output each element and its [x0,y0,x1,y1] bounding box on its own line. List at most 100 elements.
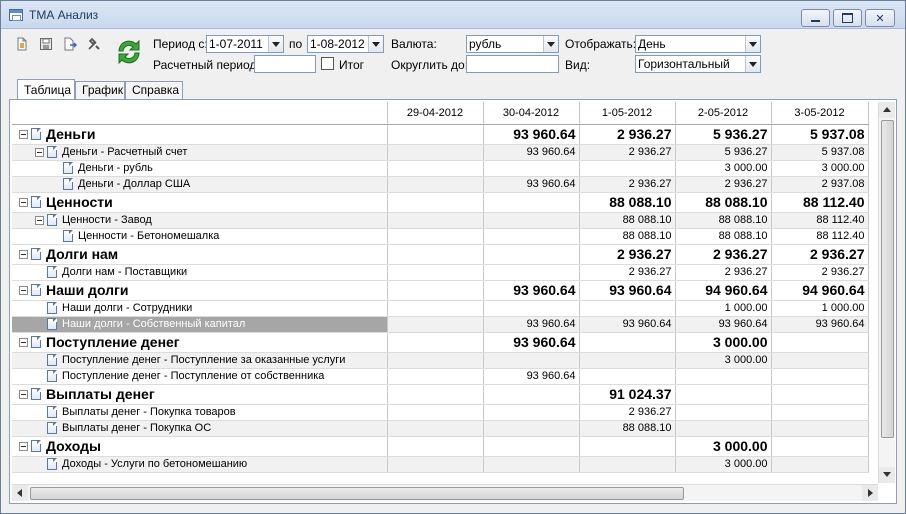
value-cell[interactable]: 3 000.00 [675,436,772,457]
value-cell[interactable]: 93 960.64 [483,332,580,353]
value-cell[interactable]: 2 936.27 [771,264,869,281]
value-cell[interactable] [387,264,484,281]
close-button[interactable] [865,9,895,27]
table-row[interactable]: Ценности - Завод 88 088.10 88 088.10 88 112… [12,212,869,229]
column-header-date[interactable]: 29-04-2012 [387,102,484,125]
value-cell[interactable] [771,420,869,437]
table-row[interactable]: Долги нам - Поставщики 2 936.27 2 936.27 2 … [12,264,869,281]
save-icon[interactable] [39,37,53,51]
table-row[interactable]: Выплаты денег - Покупка товаров 2 936.27 [12,404,869,421]
group-row[interactable]: Ценности 88 088.10 88 088.10 88 112.40 [12,192,869,213]
period-from-date[interactable]: 1-07-2011 [206,35,284,53]
tools-icon[interactable] [87,37,101,51]
total-checkbox[interactable] [321,57,334,70]
row-name-cell[interactable]: Доходы [12,436,388,457]
row-name-cell[interactable]: Ценности - Бетономешалка [12,228,388,245]
value-cell[interactable] [771,404,869,421]
value-cell[interactable] [387,244,484,265]
row-name-cell[interactable]: Наши долги [12,280,388,301]
value-cell[interactable] [387,124,484,145]
row-name-cell[interactable]: Выплаты денег [12,384,388,405]
scroll-left-icon[interactable] [12,485,28,501]
value-cell[interactable] [771,436,869,457]
chevron-down-icon[interactable] [268,36,283,52]
table-row[interactable]: Выплаты денег - Покупка ОС 88 088.10 [12,420,869,437]
currency-select[interactable]: рубль [466,35,559,53]
value-cell[interactable]: 3 000.00 [675,332,772,353]
row-name-cell[interactable]: Деньги [12,124,388,145]
value-cell[interactable] [579,300,676,317]
scroll-down-icon[interactable] [879,467,895,483]
collapse-icon[interactable] [19,337,28,347]
value-cell[interactable]: 5 937.08 [771,144,869,161]
vertical-scroll-thumb[interactable] [881,120,894,438]
value-cell[interactable] [387,212,484,229]
table-row[interactable]: Поступление денег - Поступление от собст… [12,368,869,385]
value-cell[interactable] [387,420,484,437]
maximize-button[interactable] [833,9,862,27]
value-cell[interactable]: 2 936.27 [579,264,676,281]
table-row[interactable]: Деньги - рубль 3 000.00 3 000.00 [12,160,869,177]
period-to-date[interactable]: 1-08-2012 [307,35,384,53]
value-cell[interactable] [579,160,676,177]
value-cell[interactable]: 88 112.40 [771,228,869,245]
title-bar[interactable]: ТМА Анализ [1,1,905,29]
collapse-icon[interactable] [19,249,28,259]
value-cell[interactable]: 93 960.64 [483,280,580,301]
refresh-icon[interactable] [113,37,145,67]
horizontal-scrollbar[interactable] [12,484,878,501]
value-cell[interactable]: 2 936.27 [579,144,676,161]
group-row[interactable]: Выплаты денег 91 024.37 [12,384,869,405]
value-cell[interactable]: 88 112.40 [771,212,869,229]
column-header-date[interactable]: 2-05-2012 [675,102,772,125]
value-cell[interactable] [387,332,484,353]
value-cell[interactable] [483,436,580,457]
value-cell[interactable] [483,420,580,437]
chevron-down-icon[interactable] [745,36,760,52]
row-name-cell[interactable]: Выплаты денег - Покупка ОС [12,420,388,437]
value-cell[interactable] [483,244,580,265]
value-cell[interactable] [675,384,772,405]
value-cell[interactable]: 5 936.27 [675,144,772,161]
value-cell[interactable] [675,420,772,437]
value-cell[interactable] [387,404,484,421]
tab-table[interactable]: Таблица [17,79,75,100]
chevron-down-icon[interactable] [745,56,760,72]
row-name-cell[interactable]: Ценности - Завод [12,212,388,229]
value-cell[interactable]: 94 960.64 [771,280,869,301]
value-cell[interactable]: 88 088.10 [675,212,772,229]
value-cell[interactable] [387,228,484,245]
value-cell[interactable]: 3 000.00 [771,160,869,177]
value-cell[interactable]: 93 960.64 [483,176,580,193]
value-cell[interactable] [483,212,580,229]
value-cell[interactable] [483,264,580,281]
value-cell[interactable] [579,332,676,353]
value-cell[interactable]: 2 936.27 [579,176,676,193]
collapse-icon[interactable] [19,129,28,139]
horizontal-scroll-thumb[interactable] [30,487,684,500]
view-select[interactable]: Горизонтальный [635,55,761,73]
new-document-icon[interactable] [15,37,29,51]
value-cell[interactable] [483,160,580,177]
value-cell[interactable] [387,192,484,213]
row-name-cell[interactable]: Деньги - Расчетный счет [12,144,388,161]
collapse-icon[interactable] [19,441,28,451]
collapse-icon[interactable] [35,147,44,157]
row-name-cell[interactable]: Ценности [12,192,388,213]
value-cell[interactable]: 88 088.10 [675,228,772,245]
value-cell[interactable]: 94 960.64 [675,280,772,301]
minimize-button[interactable] [801,9,830,27]
value-cell[interactable] [387,456,484,473]
row-name-cell[interactable]: Поступление денег - Поступление за оказа… [12,352,388,369]
value-cell[interactable]: 93 960.64 [579,316,676,333]
vertical-scrollbar[interactable] [878,102,895,483]
value-cell[interactable]: 1 000.00 [675,300,772,317]
value-cell[interactable]: 91 024.37 [579,384,676,405]
group-row[interactable]: Наши долги 93 960.64 93 960.64 94 960.64 94 … [12,280,869,301]
column-header-date[interactable]: 3-05-2012 [771,102,869,125]
value-cell[interactable]: 88 088.10 [579,212,676,229]
value-cell[interactable] [483,384,580,405]
round-input[interactable] [466,55,559,73]
table-row[interactable]: Деньги - Доллар США 93 960.64 2 936.27 2 93… [12,176,869,193]
table-row[interactable]: Поступление денег - Поступление за оказа… [12,352,869,369]
